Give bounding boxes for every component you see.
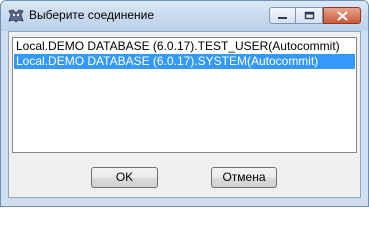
minimize-button[interactable] <box>269 7 296 24</box>
maximize-button[interactable] <box>296 7 323 24</box>
window-title: Выберите соединение <box>29 8 155 22</box>
maximize-icon <box>304 11 314 20</box>
cancel-button[interactable]: Отмена <box>211 167 277 188</box>
close-icon <box>337 11 347 20</box>
minimize-icon <box>278 16 287 19</box>
connection-item-test-user[interactable]: Local.DEMO DATABASE (6.0.17).TEST_USER(A… <box>14 39 355 54</box>
connection-item-system[interactable]: Local.DEMO DATABASE (6.0.17).SYSTEM(Auto… <box>14 54 355 69</box>
ok-button[interactable]: OK <box>91 167 158 188</box>
connections-listbox[interactable]: Local.DEMO DATABASE (6.0.17).TEST_USER(A… <box>12 37 357 153</box>
close-button[interactable] <box>323 7 361 24</box>
dialog-window: Выберите соединение Local.DEMO DATABASE … <box>0 0 369 207</box>
title-bar[interactable]: Выберите соединение <box>1 1 368 31</box>
app-icon <box>8 9 24 23</box>
dialog-client-area: Local.DEMO DATABASE (6.0.17).TEST_USER(A… <box>8 31 361 198</box>
